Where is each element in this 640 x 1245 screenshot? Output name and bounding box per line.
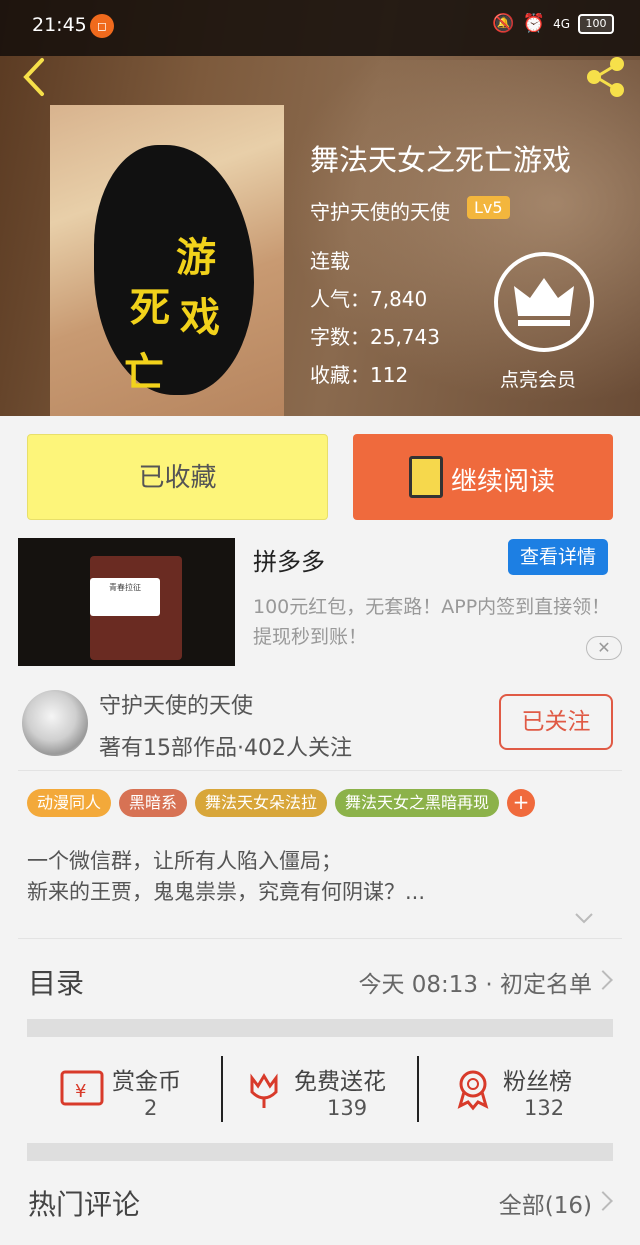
status-icons: 🔕 ⏰ 4G 100 <box>492 13 614 34</box>
vip-button[interactable] <box>494 252 594 352</box>
chevron-right-icon[interactable] <box>593 1191 613 1211</box>
send-flower-button[interactable]: 免费送花 139 <box>240 1052 410 1128</box>
stat-separator <box>221 1056 223 1122</box>
divider <box>18 770 622 771</box>
cover-title-char: 死 <box>130 284 170 331</box>
ad-close-icon[interactable]: ✕ <box>586 636 622 660</box>
book-word-count: 字数：25,743 <box>310 325 440 349</box>
cover-title-char: 戏 <box>180 294 220 341</box>
flower-icon <box>250 1073 278 1108</box>
toc-title[interactable]: 目录 <box>28 962 84 1002</box>
flower-label: 免费送花 <box>294 1069 386 1095</box>
continue-reading-button[interactable]: 继续阅读 <box>353 434 613 520</box>
hot-comments-title: 热门评论 <box>28 1188 141 1221</box>
toc-latest-chapter[interactable]: 今天 08:13 · 初定名单 <box>358 965 592 999</box>
reward-label: 赏金币 <box>112 1069 181 1095</box>
ad-image-dialog: 青春拉征 <box>90 578 160 616</box>
book-author[interactable]: 守护天使的天使 <box>310 196 450 225</box>
synopsis[interactable]: 一个微信群，让所有人陷入僵局； 新来的王贾，鬼鬼祟祟，究竟有何阴谋？... <box>27 846 617 908</box>
book-icon <box>409 456 443 498</box>
chevron-down-icon[interactable] <box>574 908 594 928</box>
tag-item[interactable]: 舞法天女朵法拉 <box>195 789 328 817</box>
notification-app-icon: ◻ <box>90 14 114 38</box>
section-spacer <box>27 1019 613 1037</box>
avatar[interactable] <box>22 690 88 756</box>
book-status: 连载 <box>310 249 350 273</box>
book-cover[interactable]: 死 亡 游 戏 <box>50 105 284 416</box>
continue-reading-label: 继续阅读 <box>451 467 556 497</box>
synopsis-line: 新来的王贾，鬼鬼祟祟，究竟有何阴谋？... <box>27 880 426 904</box>
author-name: 守护天使的天使 <box>99 694 254 719</box>
fans-value: 132 <box>524 1096 565 1120</box>
divider <box>18 938 622 939</box>
author-card[interactable]: 守护天使的天使 著有15部作品·402人关注 已关注 <box>0 680 640 770</box>
cover-title-char: 游 <box>176 234 216 281</box>
svg-text:¥: ¥ <box>75 1081 86 1102</box>
ad-title[interactable]: 拼多多 <box>253 542 325 577</box>
reward-value: 2 <box>144 1096 158 1120</box>
signal-icon: 4G <box>553 16 570 31</box>
status-time: 21:45 <box>32 14 87 36</box>
book-popularity: 人气：7,840 <box>310 287 428 311</box>
tag-item[interactable]: 黑暗系 <box>119 789 188 817</box>
ad-image[interactable]: 青春拉征 <box>18 538 235 666</box>
back-arrow-icon <box>23 58 44 96</box>
status-bar: 21:45 ◻ 🔕 ⏰ 4G 100 <box>0 0 640 54</box>
crown-icon <box>514 278 574 326</box>
book-header: 21:45 ◻ 🔕 ⏰ 4G 100 死 亡 游 戏 舞法天女之死亡游戏 守护天… <box>0 0 640 416</box>
tag-item[interactable]: 舞法天女之黑暗再现 <box>335 789 500 817</box>
ad-detail-button[interactable]: 查看详情 <box>508 539 608 575</box>
share-button[interactable] <box>580 52 630 102</box>
book-title: 舞法天女之死亡游戏 <box>310 143 572 177</box>
fan-ranking-button[interactable]: 粉丝榜 132 <box>448 1052 608 1128</box>
synopsis-line: 一个微信群，让所有人陷入僵局； <box>27 849 342 873</box>
section-spacer <box>27 1143 613 1161</box>
flower-value: 139 <box>327 1096 368 1120</box>
all-comments-link[interactable]: 全部(16) <box>499 1186 592 1220</box>
follow-button[interactable]: 已关注 <box>499 694 613 750</box>
collected-button[interactable]: 已收藏 <box>27 434 328 520</box>
vip-label: 点亮会员 <box>500 369 577 391</box>
share-icon <box>587 57 624 97</box>
battery-icon: 100 <box>578 13 614 34</box>
ad-description[interactable]: 100元红包，无套路！APP内签到直接领！提现秒到账！ <box>253 592 621 652</box>
author-level-badge: Lv5 <box>467 196 510 219</box>
fans-label: 粉丝榜 <box>503 1069 572 1095</box>
back-button[interactable] <box>16 54 56 100</box>
stat-separator <box>417 1056 419 1122</box>
book-favorites: 收藏：112 <box>310 363 409 387</box>
author-stats: 著有15部作品·402人关注 <box>99 736 352 761</box>
tag-item[interactable]: 动漫同人 <box>27 789 112 817</box>
reward-coin-button[interactable]: ¥ 赏金币 2 <box>54 1052 214 1128</box>
cover-title-char: 亡 <box>124 349 164 396</box>
medal-icon <box>457 1070 489 1111</box>
chevron-right-icon[interactable] <box>593 970 613 990</box>
cover-artwork <box>94 145 254 395</box>
tag-list: 动漫同人 黑暗系 舞法天女朵法拉 舞法天女之黑暗再现 + <box>27 789 536 817</box>
red-envelope-icon: ¥ <box>60 1070 104 1106</box>
mute-bell-icon: 🔕 <box>492 13 515 34</box>
add-tag-button[interactable]: + <box>507 789 536 817</box>
alarm-icon: ⏰ <box>522 13 546 34</box>
